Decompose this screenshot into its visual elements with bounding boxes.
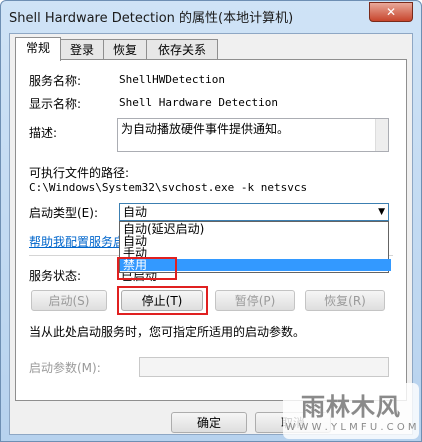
watermark-title: 雨林木风 xyxy=(301,393,401,421)
watermark-logo: 雨林木风 W W W . Y L M F U . C O M xyxy=(283,383,419,439)
start-params-hint: 当从此处启动服务时，您可指定所适用的启动参数。 xyxy=(29,325,306,339)
start-params-label: 启动参数(M): xyxy=(29,361,101,375)
display-name-label: 显示名称: xyxy=(29,97,82,111)
start-button[interactable]: 启动(S) xyxy=(31,290,107,311)
startup-type-current: 自动 xyxy=(123,205,148,219)
description-scrollbar[interactable] xyxy=(375,119,388,151)
pause-button[interactable]: 暂停(P) xyxy=(215,290,295,311)
startup-type-label: 启动类型(E): xyxy=(29,206,98,220)
watermark-url: W W W . Y L M F U . C O M xyxy=(285,422,417,433)
tab-general[interactable]: 常规 xyxy=(15,37,61,61)
highlight-disabled-option xyxy=(117,257,177,280)
tab-dependencies[interactable]: 依存关系 xyxy=(146,39,218,60)
highlight-stop-button xyxy=(117,286,208,315)
description-box[interactable]: 为自动播放硬件事件提供通知。 xyxy=(117,118,389,152)
tab-recovery[interactable]: 恢复 xyxy=(103,39,147,60)
service-name-value: ShellHWDetection xyxy=(119,73,225,86)
service-status-label: 服务状态: xyxy=(29,269,82,283)
ok-button[interactable]: 确定 xyxy=(171,412,247,433)
tab-logon[interactable]: 登录 xyxy=(60,39,104,60)
window-title: Shell Hardware Detection 的属性(本地计算机) xyxy=(9,11,294,26)
startup-option-auto[interactable]: 自动 xyxy=(120,235,391,247)
description-label: 描述: xyxy=(29,126,58,140)
resume-button[interactable]: 恢复(R) xyxy=(305,290,385,311)
properties-window: Shell Hardware Detection 的属性(本地计算机) ✕ 常规… xyxy=(0,0,422,442)
start-params-input[interactable] xyxy=(139,357,389,377)
path-label: 可执行文件的路径: xyxy=(29,166,130,180)
path-value: C:\Windows\System32\svchost.exe -k netsv… xyxy=(29,181,308,194)
description-text: 为自动播放硬件事件提供通知。 xyxy=(121,122,290,136)
close-icon: ✕ xyxy=(385,5,397,19)
help-configure-link[interactable]: 帮助我配置服务启 xyxy=(29,233,125,250)
display-name-value: Shell Hardware Detection xyxy=(119,96,278,109)
service-name-label: 服务名称: xyxy=(29,74,82,88)
startup-type-select[interactable]: 自动 ▼ xyxy=(119,203,389,221)
chevron-down-icon: ▼ xyxy=(378,207,385,217)
startup-option-auto-delayed[interactable]: 自动(延迟启动) xyxy=(120,223,391,235)
close-button[interactable]: ✕ xyxy=(369,2,413,22)
